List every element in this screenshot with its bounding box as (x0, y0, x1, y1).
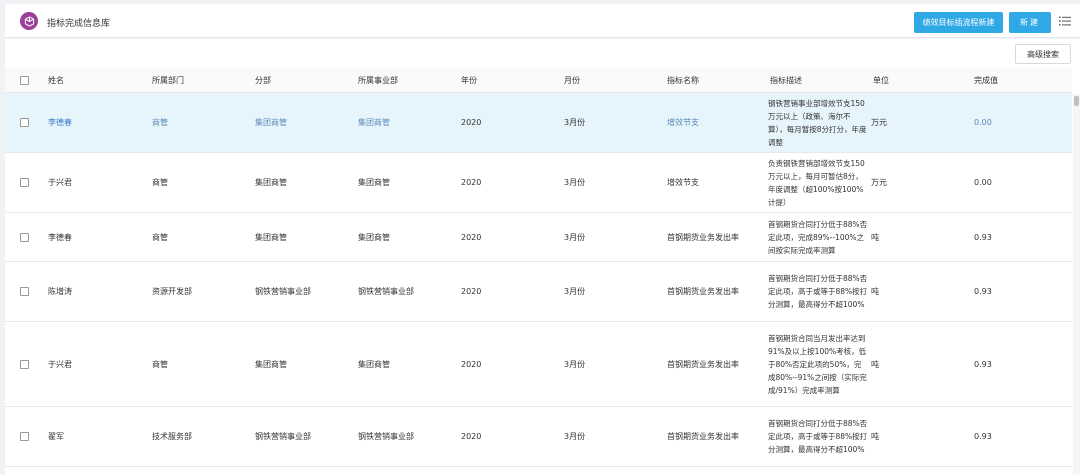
col-header-desc[interactable]: 指标描述 (770, 68, 802, 92)
cell-metric: 增效节支 (667, 118, 699, 127)
cell-unit: 吨 (871, 232, 879, 242)
cell-bu: 集团商管 (358, 118, 390, 127)
col-header-unit[interactable]: 单位 (873, 68, 889, 92)
cell-bu: 钢铁营销事业部 (358, 287, 414, 296)
cell-dept: 商管 (152, 178, 168, 187)
cell-desc: 钢铁营销事业部增效节支150万元以上（政策、海尔不算），每月暂按8分打分，年度调… (768, 98, 867, 147)
scrollbar-thumb[interactable] (1074, 96, 1079, 106)
cell-metric: 首钢期货业务发出率 (667, 287, 739, 296)
cell-month: 3月份 (564, 232, 586, 242)
row-checkbox[interactable] (20, 178, 29, 187)
cell-metric: 首钢期货业务发出率 (667, 359, 739, 369)
cell-desc: 首钢期货合同打分低于88%否定此项，高于或等于88%按打分测算，最高得分不超10… (768, 274, 868, 309)
cell-branch: 集团商管 (255, 359, 287, 369)
row-checkbox[interactable] (20, 233, 29, 242)
cell-name[interactable]: 翟军 (48, 407, 64, 466)
cell-desc: 首钢期货合同打分低于88%否定此项，高于或等于88%按打分测算，最高得分不超10… (768, 419, 868, 454)
table-header: 姓名 所属部门 分部 所属事业部 年份 月份 指标名称 指标描述 单位 完成值 (5, 68, 1072, 93)
cell-dept: 技术服务部 (152, 432, 192, 441)
cell-branch: 集团商管 (255, 118, 287, 127)
cell-unit: 万元 (871, 118, 887, 127)
cell-month: 3月份 (564, 178, 586, 187)
cell-branch: 钢铁营销事业部 (255, 287, 311, 296)
col-header-bu[interactable]: 所属事业部 (358, 68, 398, 92)
cell-month: 3月份 (564, 118, 586, 127)
cell-year: 2020 (461, 359, 482, 369)
cell-year: 2020 (461, 432, 482, 441)
app-header: 指标完成信息库 绩效目标插流程新建 新建 (5, 4, 1080, 38)
col-header-dept[interactable]: 所属部门 (152, 68, 184, 92)
cell-year: 2020 (461, 287, 482, 296)
cell-year: 2020 (461, 118, 482, 127)
cell-branch: 钢铁营销事业部 (255, 432, 311, 441)
cell-unit: 吨 (871, 359, 879, 369)
cell-value: 0.93 (974, 432, 992, 441)
cell-year: 2020 (461, 178, 482, 187)
row-checkbox[interactable] (20, 360, 29, 369)
cell-value: 0.00 (974, 118, 992, 127)
cell-unit: 吨 (871, 432, 879, 441)
cell-year: 2020 (461, 232, 482, 242)
page-title: 指标完成信息库 (47, 19, 111, 29)
cell-month: 3月份 (564, 432, 586, 441)
cell-dept: 商管 (152, 359, 168, 369)
table-row[interactable]: 于兴君 商管 集团商管 集团商管 2020 3月份 增效节支 负责钢铁营销部增效… (5, 153, 1072, 213)
cell-desc: 首钢期货合同当月发出率达到91%及以上按100%考核，低于80%否定此项的50%… (768, 333, 867, 395)
cell-desc: 首钢期货合同打分低于88%否定此项，完成89%--100%之间按实际完成率测算 (768, 219, 868, 255)
cell-name[interactable]: 李德春 (48, 213, 72, 261)
table-row[interactable]: 于兴君 商管 集团商管 集团商管 2020 3月份 首钢期货业务发出率 首钢期货… (5, 322, 1072, 407)
row-checkbox[interactable] (20, 287, 29, 296)
table-row[interactable]: 李德春 商管 集团商管 集团商管 2020 3月份 增效节支 钢铁营销事业部增效… (5, 93, 1072, 153)
col-header-metric[interactable]: 指标名称 (667, 68, 699, 92)
row-checkbox[interactable] (20, 432, 29, 441)
table-row[interactable]: 陈增涛 资源开发部 钢铁营销事业部 钢铁营销事业部 2020 3月份 首钢期货业… (5, 262, 1072, 322)
cell-branch: 集团商管 (255, 232, 287, 242)
col-header-year[interactable]: 年份 (461, 68, 477, 92)
list-icon[interactable] (1059, 15, 1071, 27)
cell-name[interactable]: 李德春 (48, 93, 72, 152)
table-row[interactable]: 翟军 技术服务部 钢铁营销事业部 钢铁营销事业部 2020 3月份 首钢期货业务… (5, 407, 1072, 467)
col-header-value[interactable]: 完成值 (974, 68, 998, 92)
cell-desc: 负责钢铁营销部增效节支150万元以上，每月可暂估8分，年度调整（超100%按10… (768, 158, 865, 207)
cell-month: 3月份 (564, 359, 586, 369)
col-header-month[interactable]: 月份 (564, 68, 580, 92)
cell-bu: 集团商管 (358, 359, 390, 369)
advanced-search-button[interactable]: 高级搜索 (1015, 44, 1071, 64)
cell-value: 0.93 (974, 287, 992, 296)
cell-value: 0.00 (974, 178, 992, 187)
cell-bu: 钢铁营销事业部 (358, 432, 414, 441)
cell-metric: 增效节支 (667, 178, 699, 187)
cell-metric: 首钢期货业务发出率 (667, 432, 739, 441)
workflow-create-button[interactable]: 绩效目标插流程新建 (914, 12, 1003, 33)
new-button[interactable]: 新建 (1009, 12, 1051, 33)
col-header-branch[interactable]: 分部 (255, 68, 271, 92)
cube-icon (20, 12, 38, 30)
cell-name[interactable]: 于兴君 (48, 322, 72, 406)
cell-dept: 资源开发部 (152, 287, 192, 296)
cell-value: 0.93 (974, 359, 992, 369)
cell-branch: 集团商管 (255, 178, 287, 187)
select-all-checkbox[interactable] (20, 76, 29, 85)
cell-unit: 吨 (871, 287, 879, 296)
cell-dept: 商管 (152, 232, 168, 242)
cell-unit: 万元 (871, 178, 887, 187)
row-checkbox[interactable] (20, 118, 29, 127)
table-row[interactable]: 李德春 商管 集团商管 集团商管 2020 3月份 首钢期货业务发出率 首钢期货… (5, 213, 1072, 262)
cell-metric: 首钢期货业务发出率 (667, 232, 739, 242)
col-header-name[interactable]: 姓名 (48, 68, 64, 92)
main-panel: 高级搜索 姓名 所属部门 分部 所属事业部 年份 月份 指标名称 指标描述 单位… (5, 39, 1080, 475)
cell-bu: 集团商管 (358, 232, 390, 242)
cell-name[interactable]: 陈增涛 (48, 262, 72, 321)
vertical-scrollbar[interactable] (1073, 94, 1080, 475)
cell-month: 3月份 (564, 287, 586, 296)
cell-bu: 集团商管 (358, 178, 390, 187)
cell-value: 0.93 (974, 232, 992, 242)
cell-name[interactable]: 于兴君 (48, 153, 72, 212)
cell-dept: 商管 (152, 118, 168, 127)
